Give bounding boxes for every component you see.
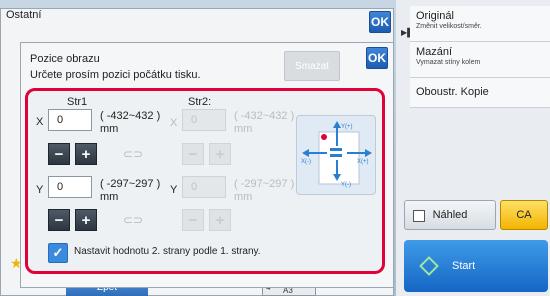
- duplex-copy-title: Oboustr. Kopie: [416, 86, 489, 98]
- other-settings-title: Ostatní: [6, 9, 42, 21]
- side1-y-minus-button[interactable]: −: [48, 209, 70, 231]
- side2-y-minus-button: −: [182, 209, 204, 231]
- side1-x-plus-button[interactable]: +: [75, 143, 97, 165]
- start-button[interactable]: Start: [404, 240, 548, 292]
- original-button[interactable]: Originál Změnit velikost/směr.: [410, 6, 550, 42]
- side2-y-plus-button: +: [209, 209, 231, 231]
- match-side2-checkbox[interactable]: ✓: [48, 243, 68, 263]
- match-side2-label: Nastavit hodnotu 2. strany podle 1. stra…: [74, 246, 261, 257]
- erase-button[interactable]: Mazání Vymazat stíny kolem: [410, 42, 550, 78]
- side2-y-input: 0: [182, 176, 226, 198]
- preview-label: Náhled: [432, 209, 468, 221]
- side2-x-axis-label: X: [170, 117, 178, 129]
- side1-x-minus-button[interactable]: −: [48, 143, 70, 165]
- position-diagram-svg: Y(+) Y(-) X(-) X(+): [301, 121, 372, 188]
- y-negative-label: Y(-): [341, 182, 351, 188]
- other-settings-ok-button[interactable]: OK: [369, 11, 391, 33]
- start-icon: [419, 256, 439, 276]
- ca-button[interactable]: CA: [500, 200, 548, 230]
- erase-title: Mazání: [416, 46, 453, 58]
- side1-y-plus-button[interactable]: +: [75, 209, 97, 231]
- clear-button: Smazat: [284, 51, 340, 81]
- start-label: Start: [452, 260, 476, 272]
- y-axis-label: Y: [36, 184, 44, 196]
- side1-y-range: ( -297~297 ) mm: [100, 178, 161, 203]
- dialog-subtitle: Určete prosím pozici počátku tisku.: [30, 69, 201, 81]
- side2-x-minus-button: −: [182, 143, 204, 165]
- side1-label: Str1: [67, 96, 88, 108]
- side1-x-input[interactable]: 0: [48, 109, 92, 131]
- y-positive-label: Y(+): [341, 124, 353, 130]
- side2-y-axis-label: Y: [170, 184, 178, 196]
- x-positive-label: X(+): [357, 159, 369, 165]
- erase-subtitle: Vymazat stíny kolem: [416, 59, 481, 66]
- side1-y-input[interactable]: 0: [48, 176, 92, 198]
- link-icon: ⊂⊃: [123, 147, 144, 161]
- side2-x-range: ( -432~432 ) mm: [234, 110, 295, 135]
- duplex-copy-button[interactable]: Oboustr. Kopie: [410, 78, 550, 108]
- side2-x-input: 0: [182, 109, 226, 131]
- original-subtitle: Změnit velikost/směr.: [416, 23, 482, 30]
- image-position-ok-button[interactable]: OK: [366, 47, 388, 69]
- side2-y-range: ( -297~297 ) mm: [234, 178, 295, 203]
- link-icon: ⊂⊃: [123, 213, 144, 227]
- x-axis-label: X: [36, 116, 44, 128]
- x-negative-label: X(-): [301, 159, 311, 165]
- preview-icon: [413, 210, 425, 222]
- preview-button[interactable]: Náhled: [404, 200, 496, 230]
- original-title: Originál: [416, 10, 454, 22]
- side2-label: Str2:: [188, 96, 212, 108]
- side1-x-range: ( -432~432 ) mm: [100, 110, 161, 135]
- dialog-title: Pozice obrazu: [30, 53, 100, 65]
- origin-point: [321, 134, 327, 140]
- side2-x-plus-button: +: [209, 143, 231, 165]
- position-diagram: Y(+) Y(-) X(-) X(+): [296, 115, 376, 195]
